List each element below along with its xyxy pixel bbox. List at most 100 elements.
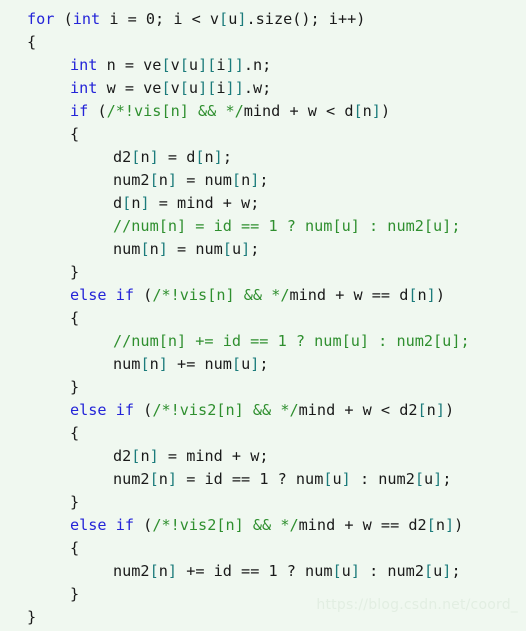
code-token-pln: v — [170, 79, 180, 97]
code-token-pln: mind + w < d — [243, 102, 354, 120]
code-token-pln: ( — [134, 516, 153, 534]
code-token-pln: n — [435, 516, 445, 534]
code-token-pln: num — [113, 355, 141, 373]
code-token-brk: ] — [198, 56, 208, 74]
code-token-pln: u — [433, 562, 443, 580]
code-token-brk: ] — [435, 401, 445, 419]
code-token-brk: [ — [149, 562, 159, 580]
code-token-com: /*!vis[n] && */ — [106, 102, 244, 120]
code-line: } — [0, 583, 526, 606]
code-token-pln: } — [70, 378, 80, 396]
code-token-pln: n — [158, 171, 168, 189]
code-token-kw: for — [27, 10, 55, 28]
code-token-pln: mind + w == d — [289, 286, 409, 304]
code-token-pln: u — [188, 56, 199, 74]
code-token-kw: else — [70, 401, 107, 419]
code-token-pln: } — [70, 263, 80, 281]
code-token-pln: n — [140, 447, 150, 465]
code-token-pln: = num — [177, 171, 232, 189]
code-token-pln: ; — [442, 470, 452, 488]
code-token-brk: ] — [149, 447, 159, 465]
code-token-brk: ] — [341, 470, 351, 488]
code-token-brk: ] — [167, 470, 178, 488]
code-token-brk: [ — [149, 470, 159, 488]
code-token-pln: ) — [435, 286, 445, 304]
code-line: num[n] += num[u]; — [0, 353, 526, 376]
code-token-pln: { — [70, 125, 80, 143]
code-token-pln: n — [362, 102, 372, 120]
code-token-pln: .n; — [243, 56, 272, 74]
code-line: num[n] = num[u]; — [0, 238, 526, 261]
code-token-brk: [ — [161, 56, 171, 74]
code-token-brk: ] — [225, 56, 235, 74]
code-token-com: //num[n] += id == 1 ? num[u] : num2[u]; — [113, 332, 470, 350]
code-token-pln: n — [140, 148, 150, 166]
code-token-kw: if — [115, 401, 135, 419]
code-line: { — [0, 123, 526, 146]
code-token-pln: num2 — [113, 470, 150, 488]
code-token-pln: : num2 — [359, 562, 424, 580]
code-token-pln: { — [27, 33, 37, 51]
code-token-pln: u — [231, 240, 242, 258]
code-line: } — [0, 376, 526, 399]
code-token-brk: ] — [149, 148, 159, 166]
code-token-pln: ; — [222, 148, 232, 166]
code-token-pln: = mind + w; — [149, 194, 260, 212]
code-token-brk: ] — [198, 79, 208, 97]
code-token-pln: n — [149, 355, 159, 373]
code-token-pln: u — [188, 79, 199, 97]
code-line: { — [0, 31, 526, 54]
code-line: num2[n] = num[n]; — [0, 169, 526, 192]
code-token-brk: ] — [237, 10, 247, 28]
code-token-pln: ; — [259, 171, 269, 189]
code-token-brk: ] — [213, 148, 223, 166]
code-token-com: //num[n] = id == 1 ? num[u] : num2[u]; — [113, 217, 461, 235]
code-token-pln: n — [417, 286, 427, 304]
code-token-pln: n — [149, 240, 159, 258]
code-line: for (int i = 0; i < v[u].size(); i++) — [0, 8, 526, 31]
code-line: num2[n] = id == 1 ? num[u] : num2[u]; — [0, 468, 526, 491]
code-token-pln: : num2 — [350, 470, 415, 488]
code-token-pln: ( — [134, 401, 153, 419]
code-line: d2[n] = mind + w; — [0, 445, 526, 468]
code-token-pln: = id == 1 ? num — [177, 470, 324, 488]
code-token-pln: ) — [454, 516, 464, 534]
code-line: else if (/*!vis[n] && */mind + w == d[n]… — [0, 284, 526, 307]
code-token-pln: ( — [134, 286, 153, 304]
code-token-kw: if — [70, 102, 89, 120]
code-token-brk: [ — [408, 286, 418, 304]
code-token-brk: [ — [414, 470, 424, 488]
code-token-pln — [107, 516, 116, 534]
code-line: int w = ve[v[u][i]].w; — [0, 77, 526, 100]
code-token-brk: ] — [158, 355, 168, 373]
code-token-com: /*!vis2[n] && */ — [152, 401, 299, 419]
code-token-pln: n — [241, 171, 251, 189]
code-token-brk: ] — [234, 79, 244, 97]
code-token-kw: if — [115, 516, 135, 534]
code-token-brk: [ — [222, 240, 232, 258]
code-token-brk: [ — [161, 79, 171, 97]
code-line: { — [0, 422, 526, 445]
code-token-pln: += id == 1 ? num — [177, 562, 333, 580]
code-token-pln: n — [158, 562, 168, 580]
code-token-brk: ] — [241, 240, 251, 258]
code-token-brk: [ — [179, 56, 189, 74]
code-token-brk: ] — [444, 516, 455, 534]
code-line: } — [0, 261, 526, 284]
code-token-brk: ] — [225, 79, 235, 97]
code-token-kw: int — [72, 10, 101, 28]
code-line: int n = ve[v[u][i]].n; — [0, 54, 526, 77]
code-token-brk: ] — [167, 171, 178, 189]
code-block[interactable]: for (int i = 0; i < v[u].size(); i++) { in… — [0, 8, 526, 629]
code-token-brk: [ — [231, 171, 242, 189]
code-token-brk: [ — [219, 10, 229, 28]
code-token-pln: n — [158, 470, 168, 488]
code-line: else if (/*!vis2[n] && */mind + w < d2[n… — [0, 399, 526, 422]
code-token-brk: [ — [423, 562, 434, 580]
code-token-pln: } — [70, 585, 80, 603]
code-token-pln: u — [332, 470, 342, 488]
code-token-pln: ) — [444, 401, 455, 419]
code-token-brk: ] — [350, 562, 360, 580]
code-token-pln: u — [241, 355, 251, 373]
code-line: num2[n] += id == 1 ? num[u] : num2[u]; — [0, 560, 526, 583]
